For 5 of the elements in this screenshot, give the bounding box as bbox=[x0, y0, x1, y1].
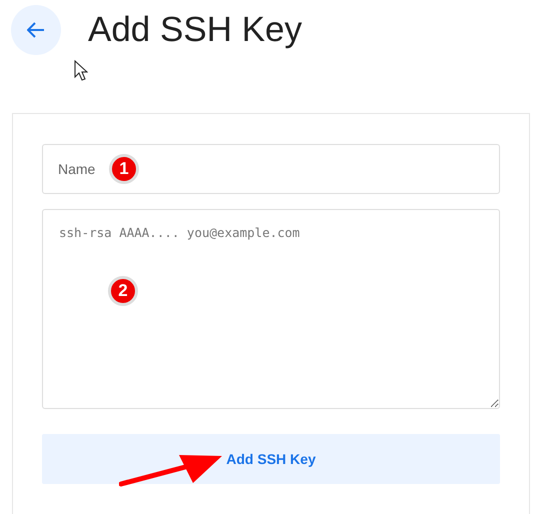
back-arrow-icon bbox=[27, 22, 45, 38]
page-title: Add SSH Key bbox=[88, 9, 302, 51]
add-ssh-key-button[interactable]: Add SSH Key bbox=[42, 434, 500, 484]
cursor-icon bbox=[74, 60, 88, 81]
back-button[interactable] bbox=[11, 5, 61, 55]
